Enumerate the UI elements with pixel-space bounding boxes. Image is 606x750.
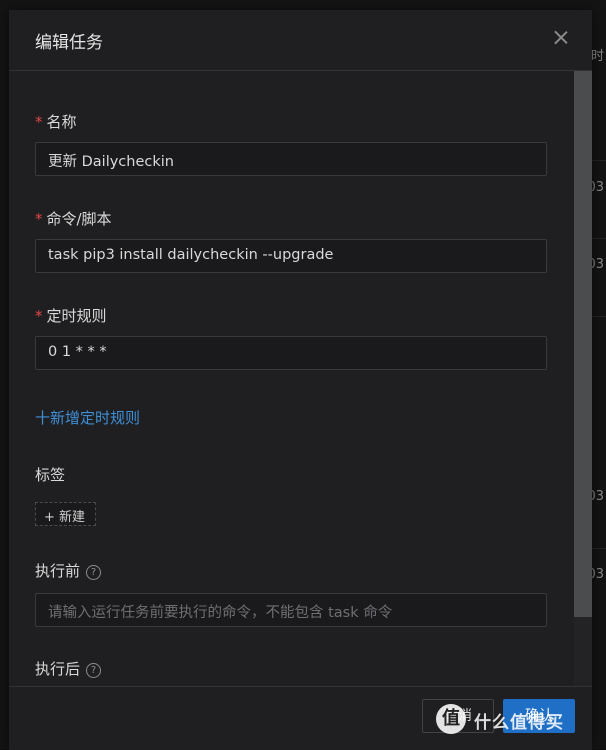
command-input[interactable]: task pip3 install dailycheckin --upgrade xyxy=(35,239,547,273)
bg-header-cell: 时 xyxy=(590,49,604,64)
command-label: * 命令/脚本 xyxy=(35,208,112,229)
watermark-text: 什么值得买 xyxy=(474,713,564,733)
before-label-text: 执行前 xyxy=(35,562,81,580)
name-input[interactable]: 更新 Dailycheckin xyxy=(35,142,547,176)
name-label: * 名称 xyxy=(35,111,77,132)
help-icon[interactable]: ? xyxy=(86,565,102,580)
modal-header: 编辑任务 xyxy=(9,10,592,71)
watermark-logo-icon: 值 xyxy=(436,704,466,734)
before-command-input[interactable]: 请输入运行任务前要执行的命令，不能包含 task 命令 xyxy=(35,593,547,627)
scrollbar-thumb[interactable] xyxy=(574,71,592,617)
edit-task-modal: 编辑任务 * 名称 更新 Dailycheckin * 命令/脚本 task pip… xyxy=(9,10,592,750)
watermark: 值 什么值得买 xyxy=(430,700,606,740)
schedule-label: * 定时规则 xyxy=(35,305,107,326)
modal-body[interactable]: * 名称 更新 Dailycheckin * 命令/脚本 task pip3 ins… xyxy=(9,71,592,686)
new-tag-button[interactable]: + 新建 xyxy=(35,502,96,526)
before-label: 执行前? xyxy=(35,560,102,581)
add-schedule-link[interactable]: 十新增定时规则 xyxy=(35,407,140,428)
modal-title: 编辑任务 xyxy=(35,33,103,53)
required-mark: * xyxy=(35,307,43,325)
after-label: 执行后? xyxy=(35,658,102,679)
required-mark: * xyxy=(35,210,43,228)
close-icon[interactable] xyxy=(549,26,573,50)
name-label-text: 名称 xyxy=(46,113,77,131)
schedule-label-text: 定时规则 xyxy=(46,307,107,325)
required-mark: * xyxy=(35,113,43,131)
help-icon[interactable]: ? xyxy=(86,663,102,678)
tags-label: 标签 xyxy=(35,466,66,484)
command-label-text: 命令/脚本 xyxy=(46,210,112,228)
schedule-input[interactable]: 0 1 * * * xyxy=(35,336,547,370)
after-label-text: 执行后 xyxy=(35,660,81,678)
